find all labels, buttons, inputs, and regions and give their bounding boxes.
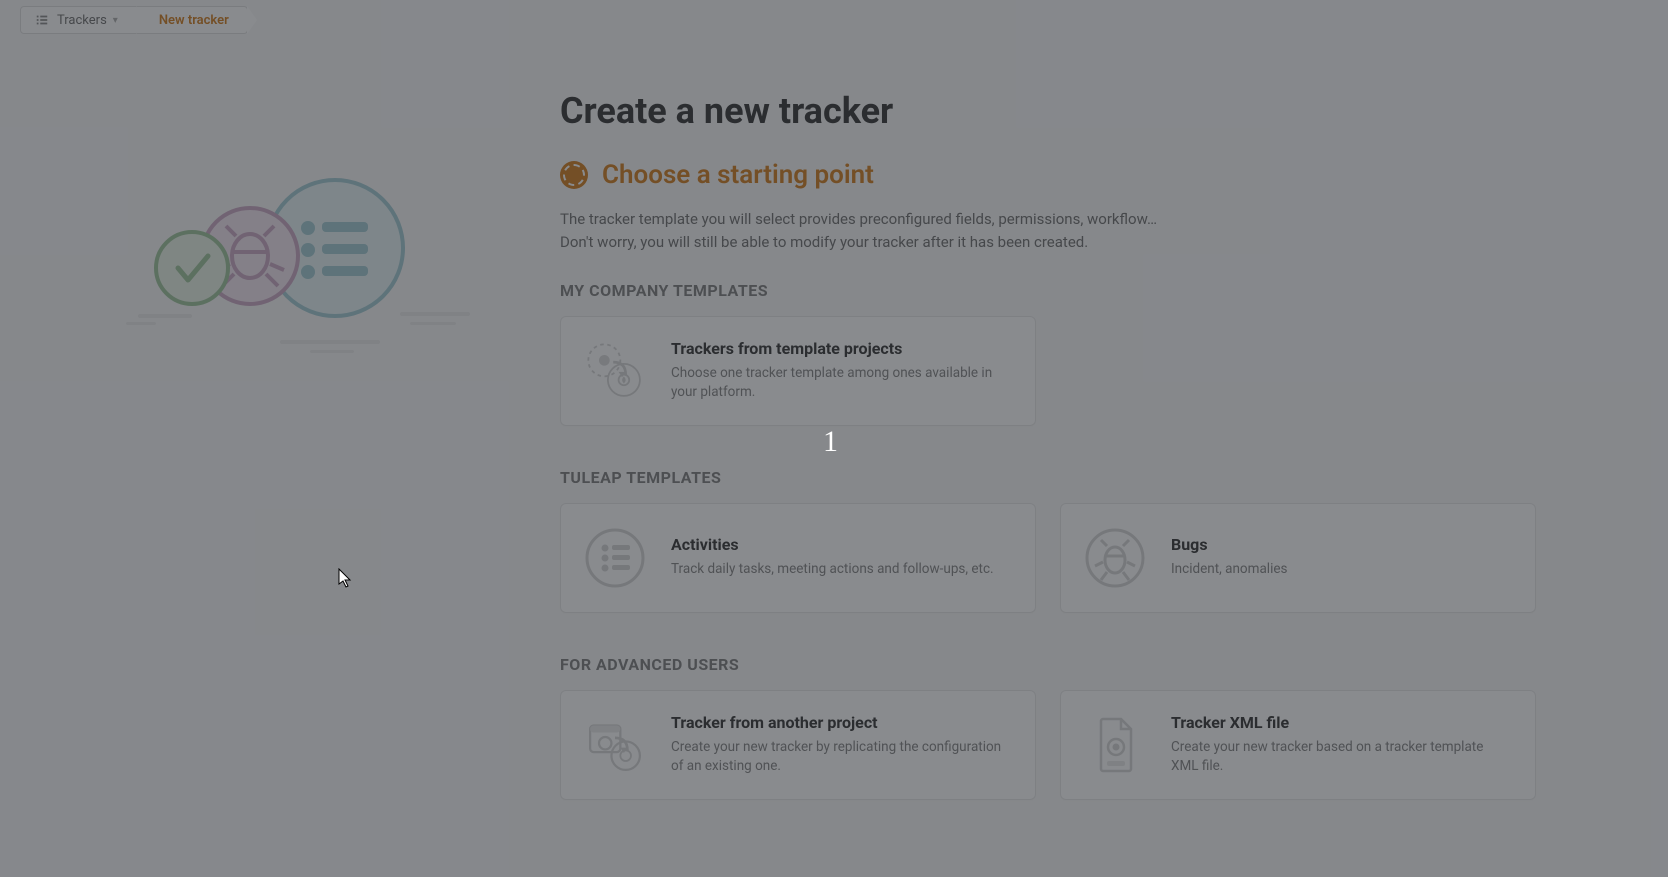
card-company-template[interactable]: Trackers from template projects Choose o…: [560, 316, 1036, 426]
step-badge-icon: [560, 161, 588, 189]
create-tracker-stage: Create a new tracker Choose a starting p…: [560, 90, 1536, 800]
card-bugs-desc: Incident, anomalies: [1171, 560, 1288, 580]
bug-icon: [1083, 526, 1147, 590]
template-project-icon: [583, 339, 647, 403]
card-company-desc: Choose one tracker template among ones a…: [671, 364, 1013, 403]
card-xml-file[interactable]: Tracker XML file Create your new tracker…: [1060, 690, 1536, 800]
app-root: Trackers ▾ New tracker: [0, 0, 1668, 877]
section-company-heading: MY COMPANY TEMPLATES: [560, 281, 1536, 300]
chevron-down-icon: ▾: [113, 15, 118, 26]
breadcrumb-trackers[interactable]: Trackers ▾: [20, 6, 137, 34]
card-activities[interactable]: Activities Track daily tasks, meeting ac…: [560, 503, 1036, 613]
xml-file-icon: [1083, 713, 1147, 777]
step-header: Choose a starting point: [560, 160, 1536, 190]
tour-step-number: 1: [823, 425, 838, 459]
intro-line-2: Don't worry, you will still be able to m…: [560, 231, 1260, 254]
section-advanced-heading: FOR ADVANCED USERS: [560, 655, 1536, 674]
card-another-project[interactable]: Tracker from another project Create your…: [560, 690, 1036, 800]
card-activities-desc: Track daily tasks, meeting actions and f…: [671, 560, 994, 580]
breadcrumb-trackers-label: Trackers: [57, 13, 107, 28]
section-tuleap-heading: TULEAP TEMPLATES: [560, 468, 1536, 487]
card-company-title: Trackers from template projects: [671, 339, 1013, 358]
intro-text: The tracker template you will select pro…: [560, 208, 1260, 255]
card-bugs[interactable]: Bugs Incident, anomalies: [1060, 503, 1536, 613]
card-activities-title: Activities: [671, 535, 994, 554]
intro-line-1: The tracker template you will select pro…: [560, 208, 1260, 231]
card-another-desc: Create your new tracker by replicating t…: [671, 738, 1013, 777]
card-xml-title: Tracker XML file: [1171, 713, 1513, 732]
page-title: Create a new tracker: [560, 90, 1536, 132]
card-bugs-title: Bugs: [1171, 535, 1288, 554]
card-another-title: Tracker from another project: [671, 713, 1013, 732]
step-title: Choose a starting point: [602, 160, 874, 190]
activities-icon: [583, 526, 647, 590]
breadcrumb-new-tracker[interactable]: New tracker: [137, 6, 248, 34]
breadcrumb-new-tracker-label: New tracker: [159, 13, 229, 28]
card-xml-desc: Create your new tracker based on a track…: [1171, 738, 1513, 777]
cursor-icon: [338, 568, 352, 588]
tracker-illustration: [120, 170, 500, 370]
list-icon: [35, 13, 49, 27]
duplicate-project-icon: [583, 713, 647, 777]
breadcrumb: Trackers ▾ New tracker: [20, 4, 248, 36]
